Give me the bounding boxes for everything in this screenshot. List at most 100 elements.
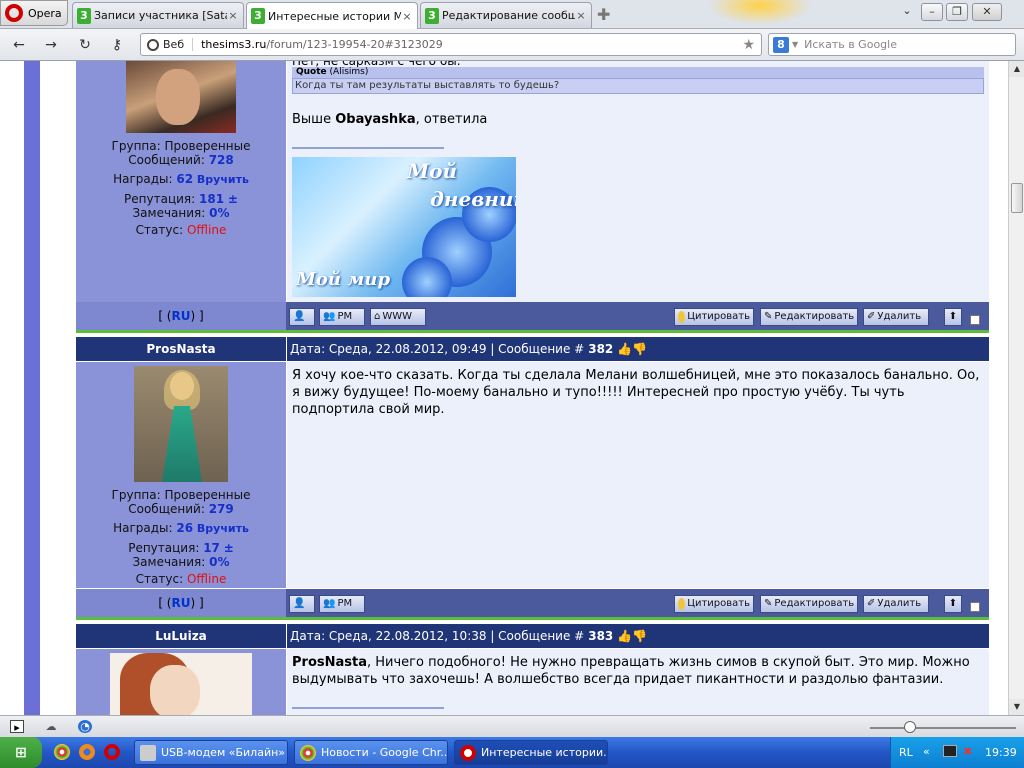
post-divider <box>76 617 989 620</box>
speed-dial-icon[interactable]: ◔ <box>78 720 92 733</box>
select-post-checkbox[interactable] <box>970 602 980 612</box>
close-tab-icon[interactable]: × <box>575 9 587 22</box>
delete-button[interactable]: ✐ Удалить <box>863 308 929 326</box>
clock[interactable]: 19:39 <box>985 746 1017 759</box>
task-chrome-news[interactable]: Новости - Google Chr... <box>294 740 448 765</box>
new-tab-icon[interactable]: ✚ <box>597 5 610 24</box>
address-field[interactable]: Веб thesims3.ru /forum/123-19954-20#3123… <box>140 33 762 56</box>
banner-text-3: Мой мир <box>296 269 391 290</box>
edit-button[interactable]: ✎ Редактировать <box>760 308 858 326</box>
www-button[interactable]: ⌂ WWW <box>370 308 426 326</box>
network-disconnected-icon[interactable]: ✖ <box>963 745 972 758</box>
post-body: Я хочу кое-что сказать. Когда ты сделала… <box>287 362 989 588</box>
task-opera-stories[interactable]: Интересные истории... <box>454 740 608 765</box>
back-arrow-icon[interactable]: ← <box>8 35 30 55</box>
tab-1[interactable]: 3 Записи участника [Sata... × <box>72 2 244 28</box>
edit-button[interactable]: ✎ Редактировать <box>760 595 858 613</box>
thumbs-rating-icon[interactable]: 👍👎 <box>617 624 647 648</box>
scroll-down-arrow-icon[interactable]: ▼ <box>1009 699 1024 715</box>
post-number[interactable]: 383 <box>588 624 613 648</box>
ru-link[interactable]: RU <box>172 309 191 323</box>
tray-expand-icon[interactable]: « <box>923 745 930 758</box>
avatar[interactable] <box>110 653 252 715</box>
rep-change-link[interactable]: ± <box>224 541 234 555</box>
forward-arrow-icon[interactable]: → <box>40 35 62 55</box>
profile-icon: 👤 <box>293 598 306 609</box>
select-post-checkbox[interactable] <box>970 315 980 325</box>
user-messages: Сообщений: 728 <box>128 153 234 167</box>
tab-2[interactable]: 3 Интересные истории М... × <box>246 2 418 29</box>
post-username[interactable]: LuLuiza <box>76 624 286 648</box>
site-favicon-icon: 3 <box>251 8 265 24</box>
task-usb-modem[interactable]: USB-модем «Билайн» <box>134 740 288 765</box>
post-username[interactable]: ProsNasta <box>76 337 286 361</box>
minimize-button[interactable]: – <box>921 3 943 21</box>
user-panel: Группа: Проверенные Сообщений: 728 Награ… <box>76 61 286 302</box>
delete-button[interactable]: ✐ Удалить <box>863 595 929 613</box>
zoom-slider-knob[interactable] <box>904 721 916 733</box>
profile-button[interactable]: 👤 <box>289 308 315 326</box>
tab-3[interactable]: 3 Редактирование сообщ... × <box>420 2 592 28</box>
site-favicon-icon: 3 <box>77 7 91 24</box>
forum-posts: Группа: Проверенные Сообщений: 728 Награ… <box>76 61 989 715</box>
search-field[interactable]: 8 ▼ Искать в Google <box>768 33 1016 56</box>
close-window-button[interactable]: ✕ <box>972 3 1002 21</box>
language-indicator[interactable]: RL <box>899 746 913 759</box>
quote-body: Когда ты там результаты выставлять то бу… <box>292 78 984 94</box>
give-award-link[interactable]: Вручить <box>197 173 249 186</box>
post-action-bar: [ (RU) ] 👤 👥 PM Цитировать ✎ Редактировать… <box>76 589 989 617</box>
system-tray: RL « ✖ 19:39 <box>890 737 1024 768</box>
browser-window: Opera 3 Записи участника [Sata... × 3 Ин… <box>0 0 1024 768</box>
mentioned-user: Obayashka <box>335 112 416 127</box>
quote-button[interactable]: Цитировать <box>674 595 754 613</box>
profile-icon: 👤 <box>293 311 306 322</box>
url-domain: thesims3.ru <box>201 38 267 51</box>
cloud-icon[interactable]: ☁ <box>44 720 58 733</box>
maximize-button[interactable]: ❐ <box>946 3 968 21</box>
start-button[interactable]: ⊞ <box>0 737 42 768</box>
page-scrollbar[interactable]: ▲ ▼ <box>1008 61 1024 715</box>
panel-toggle-icon[interactable]: ▸ <box>10 720 24 734</box>
web-badge[interactable]: Веб <box>163 38 194 51</box>
firefox-launch-icon[interactable] <box>79 744 95 760</box>
pm-button[interactable]: 👥 PM <box>319 595 365 613</box>
chrome-launch-icon[interactable] <box>54 744 70 760</box>
scroll-top-button[interactable]: ⬆ <box>944 308 962 326</box>
banner-text-1: Мой <box>407 159 458 183</box>
close-tab-icon[interactable]: × <box>401 10 413 23</box>
tray-app-icon[interactable] <box>943 745 957 757</box>
pencil-icon: ✎ <box>764 311 773 322</box>
post-date-bar: Дата: Среда, 22.08.2012, 09:49 | Сообщен… <box>287 337 989 361</box>
reload-icon[interactable]: ↻ <box>74 35 96 55</box>
user-warnings: Замечания: 0% <box>132 206 230 220</box>
post-action-bar: [ (RU) ] 👤 👥 PM ⌂ WWW Цитировать ✎ Редактир… <box>76 302 989 330</box>
tab-menu-chevron-icon[interactable]: ⌄ <box>900 3 914 21</box>
page-left-stripe <box>24 61 40 715</box>
key-icon[interactable]: ⚷ <box>106 35 128 55</box>
avatar[interactable] <box>126 61 236 133</box>
signature-banner: Мой дневник Мой мир <box>292 157 516 297</box>
scroll-top-button[interactable]: ⬆ <box>944 595 962 613</box>
rep-change-link[interactable]: ± <box>228 192 238 206</box>
google-icon[interactable]: 8 <box>773 36 789 53</box>
zoom-slider-track[interactable] <box>870 727 1016 729</box>
user-group: Группа: Проверенные <box>111 488 251 502</box>
modem-icon <box>140 744 156 761</box>
bookmark-star-icon[interactable]: ★ <box>742 37 755 53</box>
profile-button[interactable]: 👤 <box>289 595 315 613</box>
opera-menu-button[interactable]: Opera <box>0 0 68 26</box>
thumbs-rating-icon[interactable]: 👍👎 <box>617 337 647 361</box>
scroll-thumb[interactable] <box>1011 183 1023 213</box>
close-tab-icon[interactable]: × <box>227 9 239 22</box>
ru-link[interactable]: RU <box>172 596 191 610</box>
pm-button[interactable]: 👥 PM <box>319 308 365 326</box>
opera-launch-icon[interactable] <box>104 744 120 760</box>
give-award-link[interactable]: Вручить <box>197 522 249 535</box>
quote-button[interactable]: Цитировать <box>674 308 754 326</box>
scroll-up-arrow-icon[interactable]: ▲ <box>1009 61 1024 77</box>
avatar[interactable] <box>134 366 228 482</box>
signature-divider <box>292 707 444 709</box>
search-engine-chevron-icon[interactable]: ▼ <box>792 40 798 49</box>
eraser-icon: ✐ <box>867 311 876 322</box>
post-number[interactable]: 382 <box>588 337 613 361</box>
